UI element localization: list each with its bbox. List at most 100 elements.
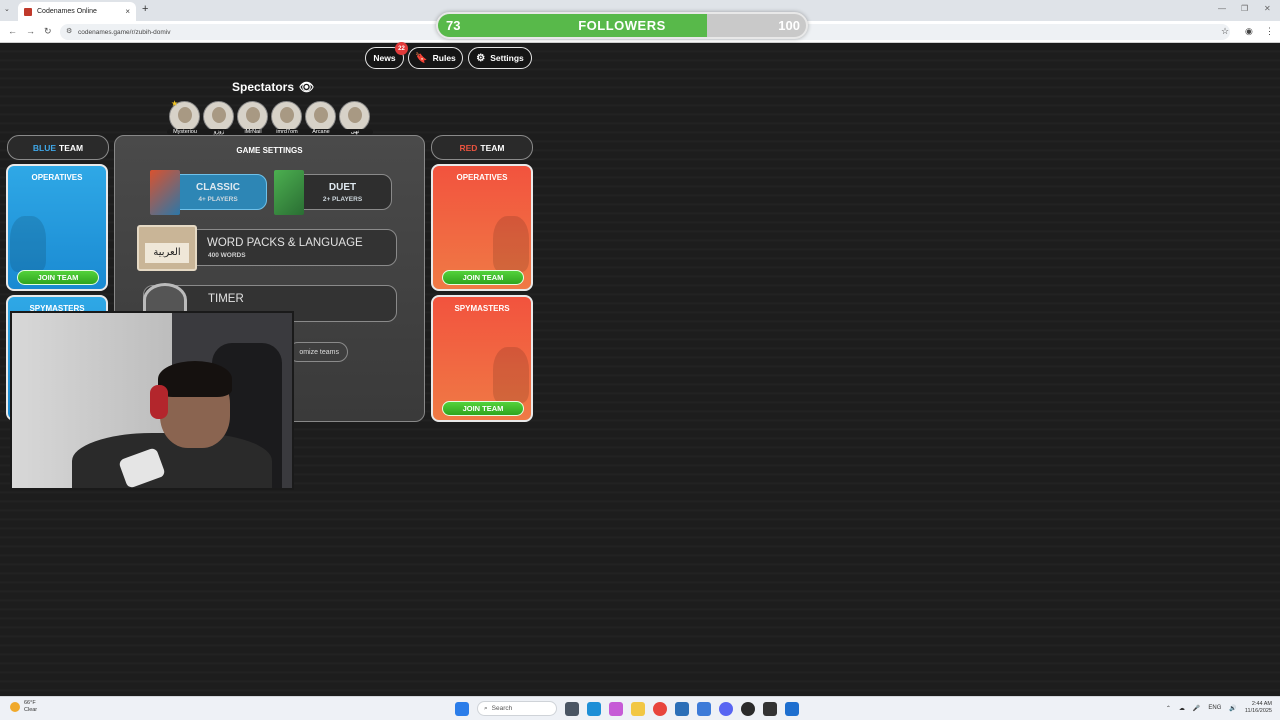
- eye-icon: 👁: [299, 80, 315, 94]
- red-operatives-join-button[interactable]: JOIN TEAM: [442, 270, 524, 285]
- classic-mode-option[interactable]: CLASSIC 4+ PLAYERS: [150, 170, 267, 215]
- site-info-icon[interactable]: ⚙: [66, 27, 72, 35]
- browser-tab[interactable]: Codenames Online ×: [18, 2, 136, 21]
- taskbar-apps: ⌕ Search: [455, 701, 799, 716]
- maximize-icon[interactable]: ❐: [1241, 4, 1248, 13]
- volume-icon[interactable]: 🔊: [1229, 705, 1236, 712]
- store-icon[interactable]: [675, 701, 689, 716]
- weather-widget[interactable]: 66°F Clear: [10, 700, 37, 714]
- agent-silhouette-icon: [493, 216, 529, 272]
- news-label: News: [373, 53, 396, 63]
- windows-taskbar: 66°F Clear ⌕ Search ⌃ ☁ 🎤 ENG 🔊 2:44 AM 11/…: [0, 696, 1280, 720]
- task-view-icon[interactable]: [565, 701, 579, 716]
- file-explorer-icon[interactable]: [631, 701, 645, 716]
- red-spymasters-join-button[interactable]: JOIN TEAM: [442, 401, 524, 416]
- agent-silhouette-icon: [493, 347, 529, 403]
- language-card: العربية: [137, 225, 197, 271]
- language-card-text: العربية: [145, 243, 189, 263]
- spectators-title: Spectators 👁: [232, 80, 314, 94]
- rules-label: Rules: [432, 53, 456, 63]
- agent-silhouette-icon: [10, 216, 46, 272]
- rules-button[interactable]: 🔖 Rules: [408, 47, 463, 69]
- crown-icon: ★: [171, 99, 179, 108]
- news-button[interactable]: News 22: [365, 42, 408, 69]
- webcam-overlay: [10, 311, 294, 490]
- red-operatives-card: OPERATIVES JOIN TEAM: [431, 164, 533, 291]
- weather-moon-icon: [10, 702, 20, 712]
- tab-list-chevron-icon[interactable]: ⌄: [4, 5, 10, 13]
- reload-icon[interactable]: ↻: [44, 26, 52, 37]
- mode-players: 4+ PLAYERS: [198, 196, 238, 203]
- spectator-avatar[interactable]: نهى: [337, 101, 373, 135]
- red-operatives-title: OPERATIVES: [456, 173, 508, 182]
- blue-team-color-word: BLUE: [32, 142, 57, 153]
- bookmark-star-icon[interactable]: ☆: [1221, 26, 1229, 37]
- weather-condition: Clear: [24, 707, 38, 713]
- gear-icon: ⚙: [476, 52, 486, 64]
- followers-goal-bar: FOLLOWERS 73 100: [436, 12, 808, 39]
- game-settings-title: GAME SETTINGS: [236, 146, 303, 155]
- followers-title: FOLLOWERS: [578, 18, 666, 33]
- blue-operatives-card: OPERATIVES JOIN TEAM: [6, 164, 108, 291]
- taskbar-search-box[interactable]: ⌕ Search: [477, 701, 557, 716]
- spectator-avatar[interactable]: زوزو: [201, 101, 237, 135]
- team-word: TEAM: [59, 142, 84, 153]
- shield-icon[interactable]: [785, 701, 799, 716]
- edge-icon[interactable]: [587, 701, 601, 716]
- clock-date: 11/16/2025: [1244, 708, 1272, 714]
- randomize-teams-button[interactable]: omize teams: [288, 342, 348, 362]
- settings-button[interactable]: ⚙ Settings: [468, 47, 532, 69]
- system-tray: ⌃ ☁ 🎤 ENG 🔊 2:44 AM 11/16/2025: [1166, 701, 1272, 715]
- spectator-list: ★ Mysteriou زوزو iMrNail imrd7om Arcane ن…: [167, 99, 373, 135]
- spectator-avatar[interactable]: iMrNail: [235, 101, 271, 135]
- bookmark-icon: 🔖: [415, 52, 428, 64]
- app-icon[interactable]: [697, 701, 711, 716]
- minimize-icon[interactable]: —: [1218, 4, 1226, 13]
- blue-team-header: BLUE TEAM: [7, 135, 109, 160]
- tab-close-icon[interactable]: ×: [125, 7, 130, 16]
- spectator-avatar[interactable]: ★ Mysteriou: [167, 99, 203, 135]
- forward-icon[interactable]: →: [26, 26, 35, 36]
- start-windows-icon[interactable]: [455, 701, 469, 716]
- input-language[interactable]: ENG: [1208, 705, 1221, 711]
- back-icon[interactable]: ←: [8, 26, 17, 36]
- news-count-badge: 22: [395, 42, 408, 55]
- clock[interactable]: 2:44 AM 11/16/2025: [1245, 701, 1272, 715]
- randomize-label: omize teams: [299, 348, 339, 356]
- close-window-icon[interactable]: ✕: [1264, 4, 1271, 13]
- tray-mic-icon[interactable]: 🎤: [1193, 705, 1200, 712]
- spectator-avatar[interactable]: Arcane: [303, 101, 339, 135]
- url-text: codenames.game/r/zubih-domiv: [78, 28, 171, 36]
- new-tab-button[interactable]: +: [142, 3, 148, 15]
- settings-label: Settings: [490, 53, 524, 63]
- tab-title: Codenames Online: [37, 8, 97, 15]
- profile-icon[interactable]: ◉: [1245, 26, 1253, 37]
- word-packs-title: WORD PACKS & LANGUAGE: [207, 237, 363, 249]
- blue-operatives-title: OPERATIVES: [31, 173, 83, 182]
- spectators-label: Spectators: [232, 80, 295, 94]
- chrome-icon[interactable]: [653, 701, 667, 716]
- red-team-color-word: RED: [459, 142, 478, 153]
- mode-name: CLASSIC: [196, 182, 240, 193]
- red-team-header: RED TEAM: [431, 135, 533, 160]
- mode-players: 2+ PLAYERS: [322, 196, 363, 203]
- word-count: 400 WORDS: [208, 252, 246, 259]
- tray-chevron-icon[interactable]: ⌃: [1166, 705, 1171, 712]
- tray-app-icon[interactable]: ☁: [1179, 705, 1185, 712]
- discord-icon[interactable]: [719, 701, 733, 716]
- blue-operatives-join-button[interactable]: JOIN TEAM: [17, 270, 99, 285]
- terminal-icon[interactable]: [763, 701, 777, 716]
- codenames-favicon-icon: [24, 7, 32, 16]
- duet-mode-option[interactable]: DUET 2+ PLAYERS: [274, 170, 392, 215]
- followers-goal: 100: [778, 18, 800, 33]
- browser-menu-icon[interactable]: ⋮: [1265, 26, 1274, 37]
- spectator-avatar[interactable]: imrd7om: [269, 101, 305, 135]
- streamer-hair: [158, 361, 232, 397]
- red-spymasters-title: SPYMASTERS: [454, 304, 510, 313]
- obs-icon[interactable]: [741, 701, 755, 716]
- clock-time: 2:44 AM: [1251, 701, 1272, 707]
- copilot-icon[interactable]: [609, 701, 623, 716]
- search-icon: ⌕: [484, 704, 488, 712]
- search-label: Search: [491, 705, 513, 712]
- mode-name: DUET: [328, 182, 357, 193]
